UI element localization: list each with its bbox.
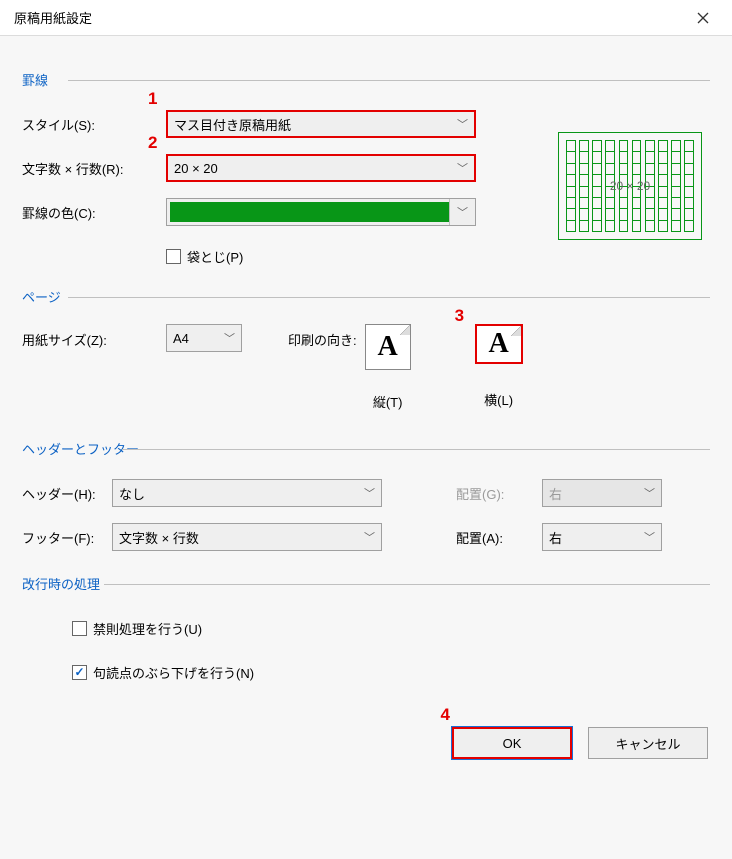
annotation-2: 2 bbox=[148, 133, 157, 153]
orientation-landscape[interactable]: A bbox=[475, 324, 523, 364]
close-button[interactable] bbox=[688, 3, 718, 33]
checkbox-box bbox=[166, 249, 181, 264]
preview-text: 20 × 20 bbox=[610, 179, 650, 193]
group-page: ページ bbox=[22, 287, 710, 306]
landscape-label: 横(L) bbox=[475, 390, 523, 409]
style-value: マス目付き原稿用紙 bbox=[174, 115, 291, 134]
portrait-label: 縦(T) bbox=[365, 392, 411, 411]
burasage-label: 句読点のぶら下げを行う(N) bbox=[93, 663, 254, 682]
chevron-down-icon: ﹀ bbox=[449, 199, 475, 225]
bag-binding-label: 袋とじ(P) bbox=[187, 247, 243, 266]
style-label: スタイル(S): bbox=[22, 115, 166, 134]
footer-label: フッター(F): bbox=[22, 528, 112, 547]
grid-preview: 20 × 20 bbox=[558, 132, 702, 240]
footer-align-value: 右 bbox=[549, 528, 562, 547]
header-align-value: 右 bbox=[549, 484, 562, 503]
chevron-down-icon: ﹀ bbox=[644, 529, 655, 545]
footer-align-label: 配置(A): bbox=[456, 528, 542, 547]
kinsoku-checkbox[interactable]: 禁則処理を行う(U) bbox=[72, 619, 202, 638]
line-color-select[interactable]: ﹀ bbox=[166, 198, 476, 226]
color-swatch bbox=[170, 202, 449, 222]
grid-value: 20 × 20 bbox=[174, 161, 218, 176]
orientation-portrait[interactable]: A bbox=[365, 324, 411, 370]
close-icon bbox=[697, 12, 709, 24]
header-align-select: 右 ﹀ bbox=[542, 479, 662, 507]
orientation-label: 印刷の向き: bbox=[288, 324, 357, 349]
dialog-title: 原稿用紙設定 bbox=[14, 8, 92, 27]
page-corner-icon bbox=[400, 325, 410, 335]
dialog-body: 罫線 1 スタイル(S): マス目付き原稿用紙 ﹀ 2 文字数 × 行数(R):… bbox=[0, 36, 732, 709]
paper-size-value: A4 bbox=[173, 331, 189, 346]
paper-size-select[interactable]: A4 ﹀ bbox=[166, 324, 242, 352]
page-corner-icon bbox=[511, 326, 521, 336]
bag-binding-checkbox[interactable]: 袋とじ(P) bbox=[166, 247, 243, 266]
color-label: 罫線の色(C): bbox=[22, 203, 166, 222]
burasage-checkbox[interactable]: 句読点のぶら下げを行う(N) bbox=[72, 663, 254, 682]
annotation-1: 1 bbox=[148, 89, 157, 109]
grid-label: 文字数 × 行数(R): bbox=[22, 159, 166, 178]
kinsoku-label: 禁則処理を行う(U) bbox=[93, 619, 202, 638]
footer-align-select[interactable]: 右 ﹀ bbox=[542, 523, 662, 551]
chevron-down-icon: ﹀ bbox=[644, 485, 655, 501]
group-ruled-lines: 罫線 bbox=[22, 70, 710, 89]
header-align-label: 配置(G): bbox=[456, 484, 542, 503]
chevron-down-icon: ﹀ bbox=[364, 485, 375, 501]
letter-a-icon: A bbox=[378, 331, 398, 363]
checkbox-box bbox=[72, 621, 87, 636]
header-label: ヘッダー(H): bbox=[22, 484, 112, 503]
header-select[interactable]: なし ﹀ bbox=[112, 479, 382, 507]
letter-a-icon: A bbox=[489, 328, 509, 360]
cancel-button[interactable]: キャンセル bbox=[588, 727, 708, 759]
style-select[interactable]: マス目付き原稿用紙 ﹀ bbox=[166, 110, 476, 138]
paper-size-label: 用紙サイズ(Z): bbox=[22, 324, 166, 349]
grid-select[interactable]: 20 × 20 ﹀ bbox=[166, 154, 476, 182]
chevron-down-icon: ﹀ bbox=[457, 116, 468, 132]
chevron-down-icon: ﹀ bbox=[457, 160, 468, 176]
button-bar: 4 OK キャンセル bbox=[0, 709, 732, 783]
group-header-footer: ヘッダーとフッター bbox=[22, 439, 710, 458]
footer-select[interactable]: 文字数 × 行数 ﹀ bbox=[112, 523, 382, 551]
chevron-down-icon: ﹀ bbox=[224, 330, 235, 346]
ok-button[interactable]: OK bbox=[452, 727, 572, 759]
footer-value: 文字数 × 行数 bbox=[119, 528, 199, 547]
checkbox-box bbox=[72, 665, 87, 680]
annotation-4: 4 bbox=[441, 705, 450, 725]
chevron-down-icon: ﹀ bbox=[364, 529, 375, 545]
title-bar: 原稿用紙設定 bbox=[0, 0, 732, 36]
group-linebreak: 改行時の処理 bbox=[22, 574, 710, 593]
annotation-3: 3 bbox=[455, 306, 464, 326]
header-value: なし bbox=[119, 484, 145, 503]
